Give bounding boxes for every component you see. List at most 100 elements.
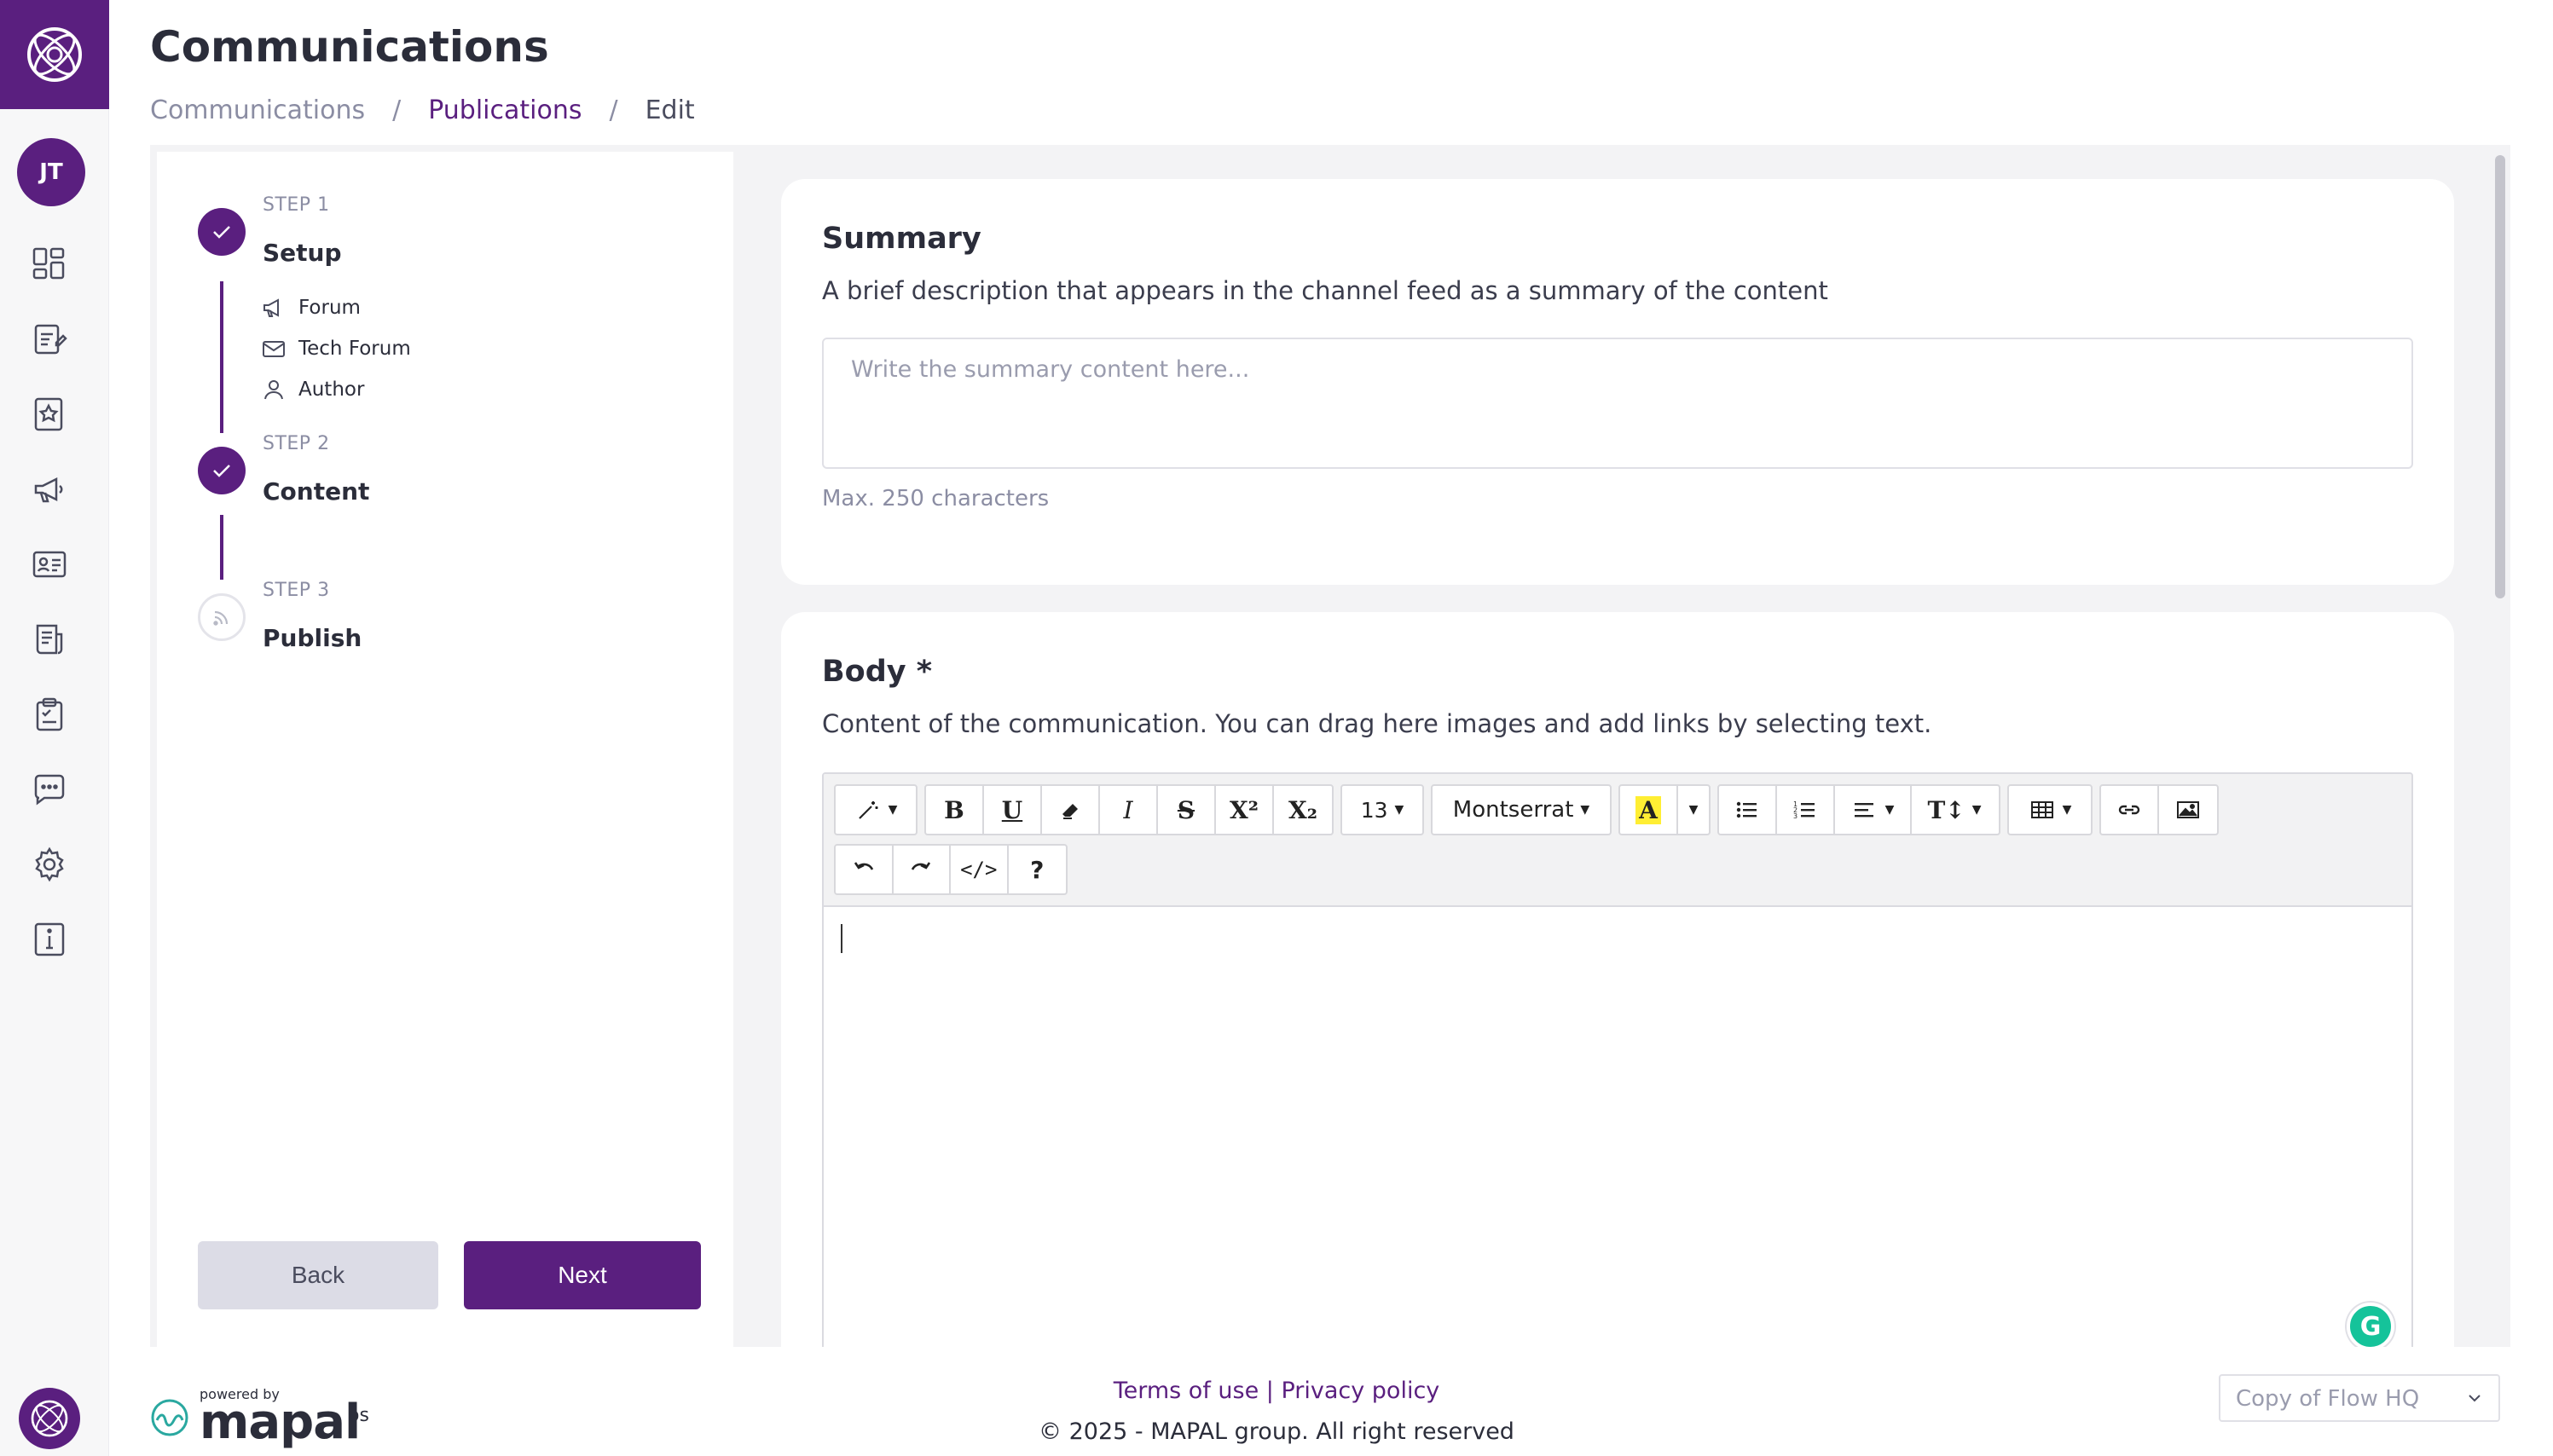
footer-copyright: © 2025 - MAPAL group. All right reserved <box>1039 1418 1514 1445</box>
numbered-list-icon: 123 <box>1793 800 1815 820</box>
format-group: B U I S X² X₂ <box>924 784 1334 835</box>
step1-detail-author: Author <box>261 377 364 402</box>
highlight-button[interactable]: A <box>1620 786 1678 834</box>
back-button[interactable]: Back <box>198 1241 438 1309</box>
gear-icon[interactable] <box>31 846 68 883</box>
clipboard-check-icon[interactable] <box>31 696 68 733</box>
breadcrumb-separator: / <box>609 95 618 125</box>
megaphone-icon[interactable] <box>31 471 68 508</box>
font-size-group: 13 ▼ <box>1340 784 1424 835</box>
image-button[interactable] <box>2159 786 2217 834</box>
megaphone-icon <box>263 298 279 317</box>
chat-bubble-icon[interactable] <box>31 771 68 808</box>
bullet-list-icon <box>1736 801 1757 818</box>
id-card-icon[interactable] <box>31 546 68 583</box>
organization-select-value: Copy of Flow HQ <box>2236 1386 2420 1412</box>
table-icon <box>2030 801 2053 818</box>
italic-button[interactable]: I <box>1100 786 1158 834</box>
table-button[interactable]: ▼ <box>2009 786 2091 834</box>
step3-rss-icon <box>198 593 246 641</box>
step1-label: STEP 1 <box>263 194 330 216</box>
editor-content-area[interactable] <box>824 909 2411 1347</box>
newspaper-icon[interactable] <box>31 621 68 658</box>
edit-document-icon[interactable] <box>31 321 68 358</box>
font-size-value: 13 <box>1360 797 1388 823</box>
breadcrumb-communications[interactable]: Communications <box>150 95 365 125</box>
scrollbar-thumb[interactable] <box>2495 155 2505 598</box>
user-icon <box>264 380 283 400</box>
highlight-group: A ▼ <box>1618 784 1711 835</box>
redo-icon <box>912 862 931 870</box>
undo-button[interactable] <box>836 846 894 893</box>
subscript-button[interactable]: X₂ <box>1274 786 1332 834</box>
summary-card: Summary A brief description that appears… <box>781 179 2454 585</box>
eraser-icon <box>1062 804 1078 819</box>
globe-logo-icon <box>27 27 82 82</box>
step3-label: STEP 3 <box>263 580 330 601</box>
svg-text:3: 3 <box>1793 812 1798 820</box>
step1-detail-forum: Forum <box>261 295 361 321</box>
step1-detail-tech-forum: Tech Forum <box>261 336 411 361</box>
user-avatar[interactable]: JT <box>17 138 85 206</box>
stepper-panel: STEP 1 Setup Forum Tech Forum Author STE… <box>157 152 733 1347</box>
step2-name: Content <box>263 477 370 506</box>
app-logo[interactable] <box>0 0 109 109</box>
font-size-select[interactable]: 13 ▼ <box>1342 786 1422 834</box>
style-group: ▼ <box>834 784 918 835</box>
organization-select[interactable]: Copy of Flow HQ <box>2219 1374 2500 1422</box>
page-title: Communications <box>150 22 549 72</box>
help-button[interactable]: ? <box>1009 846 1066 893</box>
breadcrumb-publications[interactable]: Publications <box>428 95 582 125</box>
table-group: ▼ <box>2007 784 2093 835</box>
insert-group <box>2099 784 2219 835</box>
magic-style-button[interactable]: ▼ <box>836 786 916 834</box>
breadcrumb-edit: Edit <box>645 95 695 125</box>
eraser-button[interactable] <box>1042 786 1100 834</box>
info-icon[interactable] <box>31 921 68 958</box>
highlight-dropdown[interactable]: ▼ <box>1678 786 1709 834</box>
detail-forum-label: Forum <box>298 297 361 319</box>
step2-label: STEP 2 <box>263 433 330 454</box>
step2-connector <box>220 515 223 580</box>
font-family-select[interactable]: Montserrat ▼ <box>1433 786 1610 834</box>
summary-description: A brief description that appears in the … <box>822 276 1828 305</box>
redo-button[interactable] <box>894 846 951 893</box>
page-scrollbar[interactable] <box>2492 152 2507 1354</box>
editor-toolbar: ▼ B U I S X² X₂ 13 ▼ Montserrat ▼ A ▼ 1 … <box>824 774 2411 907</box>
step1-connector <box>220 281 223 433</box>
step1-name: Setup <box>263 239 342 267</box>
image-icon <box>2177 801 2199 818</box>
underline-button[interactable]: U <box>984 786 1042 834</box>
summary-input[interactable]: Write the summary content here... <box>822 338 2413 469</box>
bookmark-star-icon[interactable] <box>31 396 68 433</box>
superscript-button[interactable]: X² <box>1216 786 1274 834</box>
step2-check-icon <box>198 447 246 494</box>
dashboard-icon[interactable] <box>31 246 68 283</box>
next-button[interactable]: Next <box>464 1241 701 1309</box>
text-size-label: T↕ <box>1927 795 1965 824</box>
footer-links[interactable]: Terms of use | Privacy policy <box>0 1378 2553 1404</box>
grammarly-icon[interactable]: G <box>2347 1303 2394 1347</box>
summary-hint: Max. 250 characters <box>822 486 1050 511</box>
breadcrumb-separator: / <box>392 95 402 125</box>
strikethrough-button[interactable]: S <box>1158 786 1216 834</box>
envelope-icon <box>263 341 285 357</box>
history-group: </> ? <box>834 844 1068 895</box>
line-height-button[interactable]: T↕ ▼ <box>1912 786 1997 834</box>
numbered-list-button[interactable]: 123 <box>1777 786 1835 834</box>
summary-title: Summary <box>822 222 981 256</box>
magic-wand-icon <box>858 801 878 819</box>
align-button[interactable]: ▼ <box>1835 786 1912 834</box>
undo-icon <box>854 862 873 870</box>
link-button[interactable] <box>2101 786 2159 834</box>
body-title: Body * <box>822 655 933 689</box>
main-area: STEP 1 Setup Forum Tech Forum Author STE… <box>150 145 2510 1347</box>
body-description: Content of the communication. You can dr… <box>822 709 1932 738</box>
detail-author-label: Author <box>298 378 365 401</box>
font-family-value: Montserrat <box>1452 797 1574 823</box>
code-view-button[interactable]: </> <box>951 846 1009 893</box>
bold-button[interactable]: B <box>926 786 984 834</box>
bullet-list-button[interactable] <box>1719 786 1777 834</box>
chevron-down-icon <box>2469 1395 2481 1402</box>
highlight-letter: A <box>1635 795 1661 824</box>
